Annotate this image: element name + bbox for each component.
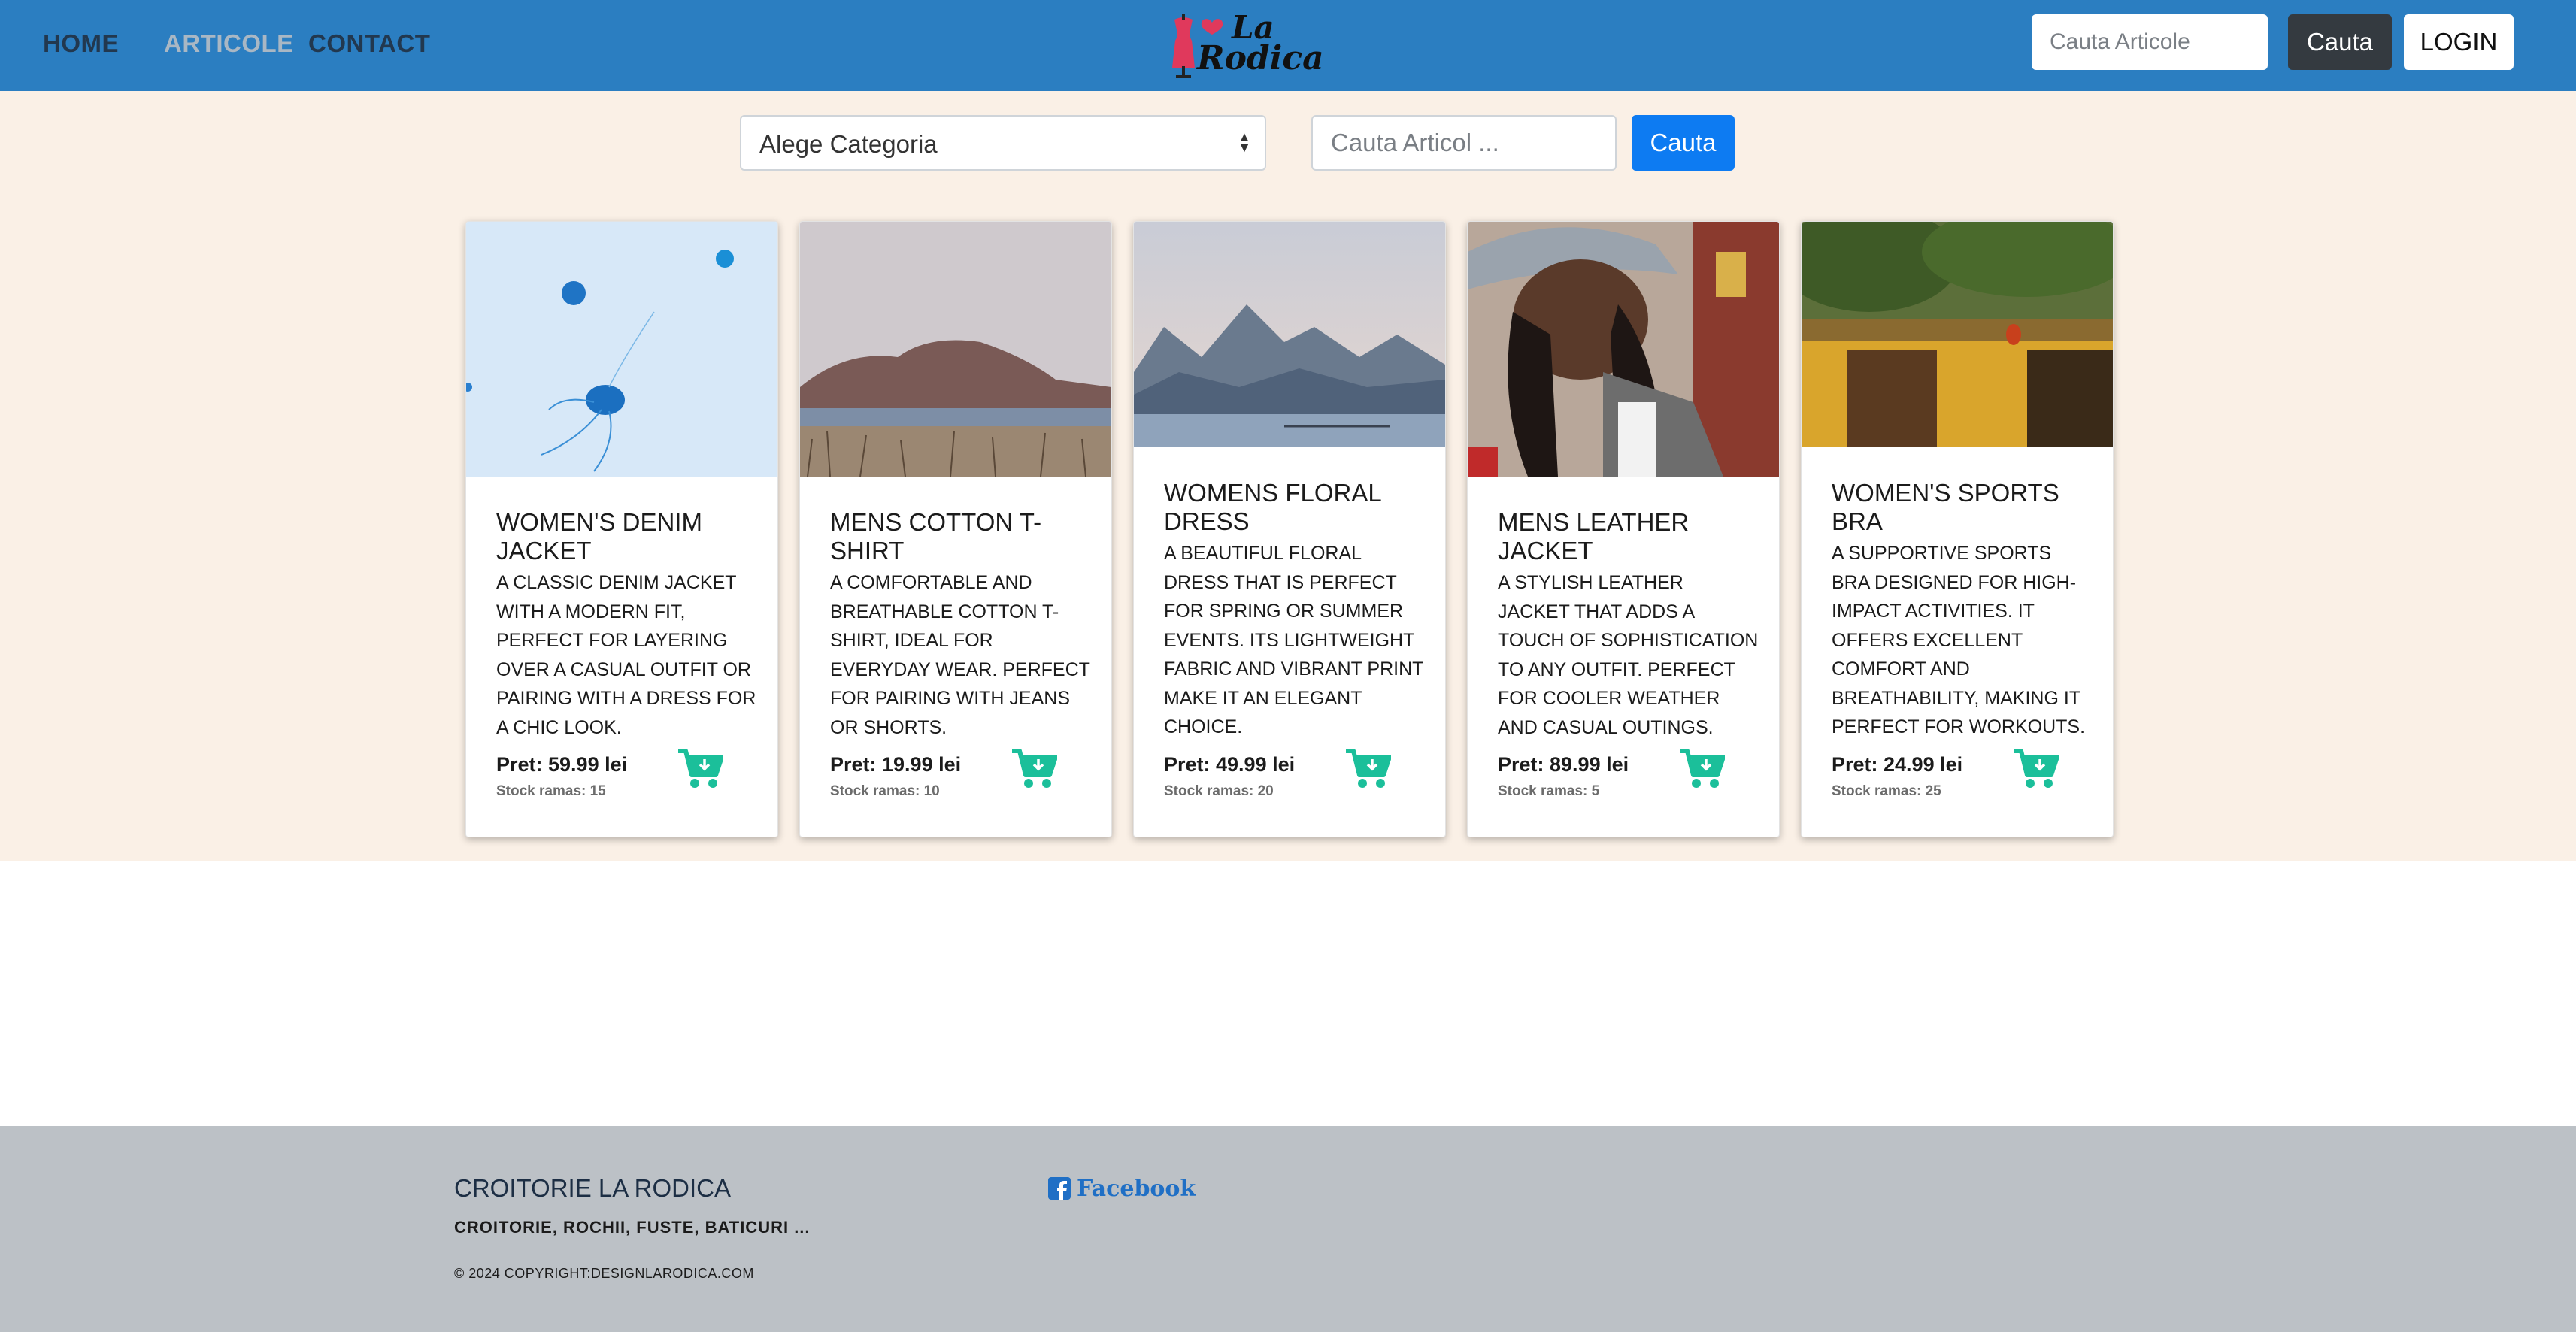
product-price: Pret: 49.99 lei xyxy=(1164,753,1296,776)
footer-copyright: © 2024 COPYRIGHT:DESIGNLARODICA.COM xyxy=(454,1266,754,1281)
product-card: Women's Sports Bra A supportive sports b… xyxy=(1801,221,2114,837)
product-price: Pret: 89.99 lei xyxy=(1498,753,1629,776)
add-to-cart-icon[interactable] xyxy=(1344,748,1391,790)
product-image-coast xyxy=(800,222,1111,477)
footer: CROITORIE LA RODICA CROITORIE, ROCHII, F… xyxy=(0,1126,2576,1332)
product-description: A supportive sports bra designed for hig… xyxy=(1832,543,2086,737)
nav-home-link[interactable]: HOME xyxy=(43,26,119,62)
product-stock: Stock ramas: 25 xyxy=(1832,783,1941,799)
product-card: Mens Leather Jacket A stylish leather ja… xyxy=(1467,221,1780,837)
product-title: Women's Sports Bra xyxy=(1832,479,2059,535)
article-search-button[interactable]: Cauta xyxy=(1632,115,1735,171)
product-title: Women's Denim Jacket xyxy=(496,508,702,565)
product-card-body: Mens Leather Jacket A stylish leather ja… xyxy=(1498,508,1759,742)
navbar: HOME ARTICOLE CONTACT La Rodica Cauta LO… xyxy=(0,0,2576,91)
category-select[interactable]: Alege Categoria ▲ ▼ xyxy=(740,115,1266,171)
product-image-mountain-lake xyxy=(1134,222,1445,447)
product-title: Mens Leather Jacket xyxy=(1498,508,1690,565)
product-image-yellow-house xyxy=(1802,222,2113,447)
product-description: A classic denim jacket with a modern fit… xyxy=(496,572,756,738)
product-stock: Stock ramas: 10 xyxy=(830,783,940,799)
article-search-input[interactable] xyxy=(1311,115,1617,171)
product-stock: Stock ramas: 15 xyxy=(496,783,606,799)
product-card-body: Mens Cotton T-Shirt A comfortable and br… xyxy=(830,508,1092,742)
logo-text-rodica: Rodica xyxy=(1197,39,1324,77)
product-card-body: Women's Sports Bra A supportive sports b… xyxy=(1832,479,2093,742)
add-to-cart-icon[interactable] xyxy=(2012,748,2059,790)
product-title: Womens Floral Dress xyxy=(1164,479,1381,535)
facebook-icon xyxy=(1048,1177,1071,1200)
product-description: A beautiful floral dress that is perfect… xyxy=(1164,543,1423,737)
footer-subtitle: CROITORIE, ROCHII, FUSTE, BATICURI ... xyxy=(454,1218,811,1237)
nav-articole-link[interactable]: ARTICOLE xyxy=(164,26,294,62)
product-price: Pret: 19.99 lei xyxy=(830,753,962,776)
nav-contact-link[interactable]: CONTACT xyxy=(308,26,430,62)
product-card: Mens Cotton T-Shirt A comfortable and br… xyxy=(799,221,1112,837)
product-price: Pret: 24.99 lei xyxy=(1832,753,1963,776)
site-logo[interactable]: La Rodica xyxy=(1164,9,1324,81)
add-to-cart-icon[interactable] xyxy=(677,748,723,790)
login-button[interactable]: LOGIN xyxy=(2404,14,2514,70)
main-content: Alege Categoria ▲▼ Cauta Women's Denim J… xyxy=(0,91,2576,861)
add-to-cart-icon[interactable] xyxy=(1678,748,1725,790)
product-title: Mens Cotton T-Shirt xyxy=(830,508,1042,565)
product-image-woman-in-hat xyxy=(1468,222,1779,477)
product-card-body: Women's Denim Jacket A classic denim jac… xyxy=(496,508,758,742)
product-description: A comfortable and breathable cotton T-sh… xyxy=(830,572,1090,738)
nav-search-button[interactable]: Cauta xyxy=(2288,14,2392,70)
select-arrows-icon: ▲ ▼ xyxy=(1238,129,1251,155)
category-select-value: Alege Categoria xyxy=(759,130,938,158)
facebook-link-label: Facebook xyxy=(1077,1176,1196,1202)
product-image-jellyfish xyxy=(466,222,777,477)
add-to-cart-icon[interactable] xyxy=(1011,748,1057,790)
nav-search-input[interactable] xyxy=(2032,14,2268,70)
product-card: Women's Denim Jacket A classic denim jac… xyxy=(465,221,778,837)
product-card: Womens Floral Dress A beautiful floral d… xyxy=(1133,221,1446,837)
product-price: Pret: 59.99 lei xyxy=(496,753,628,776)
product-card-body: Womens Floral Dress A beautiful floral d… xyxy=(1164,479,1426,742)
footer-title: CROITORIE LA RODICA xyxy=(454,1174,731,1202)
product-description: A stylish leather jacket that adds a tou… xyxy=(1498,572,1759,738)
product-stock: Stock ramas: 20 xyxy=(1164,783,1274,799)
product-stock: Stock ramas: 5 xyxy=(1498,783,1600,799)
